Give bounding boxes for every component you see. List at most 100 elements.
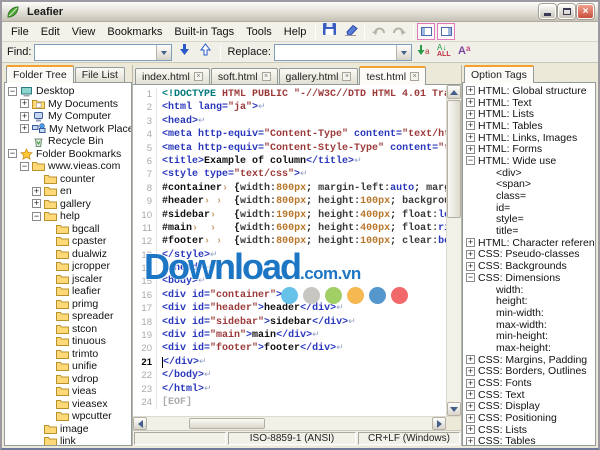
scroll-up-icon[interactable]	[447, 85, 461, 99]
tree-item-title[interactable]: title=	[463, 225, 595, 237]
tree-item-css-tables[interactable]: +CSS: Tables	[463, 436, 595, 446]
tree-item-www-vieas-com[interactable]: −www.vieas.com	[5, 160, 131, 173]
menu-view[interactable]: View	[66, 24, 102, 40]
code-line[interactable]: 22</body>↵	[133, 369, 446, 382]
expand-icon[interactable]: +	[466, 367, 475, 376]
tree-item-stcon[interactable]: stcon	[5, 323, 131, 336]
tree-item-max-height[interactable]: max-height:	[463, 342, 595, 354]
scroll-right-icon[interactable]	[432, 417, 446, 430]
tree-item-html-wide-use[interactable]: −HTML: Wide use	[463, 155, 595, 167]
minimize-icon[interactable]	[539, 4, 556, 19]
tree-item-tinuous[interactable]: tinuous	[5, 335, 131, 348]
eraser-button[interactable]	[340, 23, 361, 41]
expand-icon[interactable]: +	[32, 199, 41, 208]
tree-item-vieasex[interactable]: vieasex	[5, 398, 131, 411]
tab-file-list[interactable]: File List	[75, 67, 125, 82]
tree-item-css-backgrounds[interactable]: +CSS: Backgrounds	[463, 260, 595, 272]
tab-close-icon[interactable]: ×	[262, 72, 271, 81]
tree-item-html-global-structure[interactable]: +HTML: Global structure	[463, 85, 595, 97]
tab-folder-tree[interactable]: Folder Tree	[6, 65, 74, 83]
tree-item-my-documents[interactable]: +My Documents	[5, 98, 131, 111]
tree-item-gallery[interactable]: +gallery	[5, 198, 131, 211]
tree-item-html-tables[interactable]: +HTML: Tables	[463, 120, 595, 132]
collapse-icon[interactable]: −	[8, 149, 17, 158]
horizontal-scroll-thumb[interactable]	[189, 418, 265, 429]
collapse-icon[interactable]: −	[8, 87, 17, 96]
code-line[interactable]: 16<div id="container">↵	[133, 289, 446, 302]
tree-item-folder-bookmarks[interactable]: −Folder Bookmarks	[5, 148, 131, 161]
tree-item-image[interactable]: image	[5, 423, 131, 436]
tree-item-html-lists[interactable]: +HTML: Lists	[463, 108, 595, 120]
tree-item-id[interactable]: id=	[463, 202, 595, 214]
expand-icon[interactable]: +	[466, 414, 475, 423]
tree-item-link[interactable]: link	[5, 435, 131, 446]
replace-input[interactable]	[275, 45, 396, 60]
tree-item-cpaster[interactable]: cpaster	[5, 235, 131, 248]
menu-built-in-tags[interactable]: Built-in Tags	[168, 24, 240, 40]
code-line[interactable]: 14</head>↵	[133, 262, 446, 275]
expand-icon[interactable]: +	[466, 262, 475, 271]
expand-icon[interactable]: +	[466, 379, 475, 388]
tree-item-css-pseudo-classes[interactable]: +CSS: Pseudo-classes	[463, 249, 595, 261]
tree-item-css-text[interactable]: +CSS: Text	[463, 389, 595, 401]
match-case-button[interactable]: Aa	[457, 44, 475, 61]
tree-item-spreader[interactable]: spreader	[5, 310, 131, 323]
tree-item-span[interactable]: <span>	[463, 179, 595, 191]
code-line[interactable]: 3<head>↵	[133, 115, 446, 128]
tree-item-html-text[interactable]: +HTML: Text	[463, 97, 595, 109]
code-line[interactable]: 24[EOF]	[133, 396, 446, 409]
code-line[interactable]: 15<body>↵	[133, 275, 446, 288]
tree-item-counter[interactable]: counter	[5, 173, 131, 186]
tree-item-html-links-images[interactable]: +HTML: Links, Images	[463, 132, 595, 144]
folder-tree[interactable]: −Desktop+My Documents+My Computer+My Net…	[4, 83, 132, 446]
scroll-left-icon[interactable]	[133, 417, 147, 430]
expand-icon[interactable]: +	[466, 437, 475, 446]
expand-icon[interactable]: +	[466, 238, 475, 247]
collapse-icon[interactable]: −	[32, 212, 41, 221]
tree-item-css-dimensions[interactable]: −CSS: Dimensions	[463, 272, 595, 284]
replace-all-button[interactable]: A↓ALL	[436, 44, 454, 61]
find-next-button[interactable]	[175, 44, 193, 61]
undo-button[interactable]	[368, 23, 389, 41]
find-input[interactable]	[35, 45, 156, 60]
tree-item-css-margins-padding[interactable]: +CSS: Margins, Padding	[463, 354, 595, 366]
tab-test-html[interactable]: test.html×	[359, 66, 426, 85]
tab-close-icon[interactable]: ×	[410, 72, 419, 81]
maximize-icon[interactable]	[558, 4, 575, 19]
save-button[interactable]	[319, 23, 340, 41]
replace-dropdown-icon[interactable]	[396, 45, 411, 60]
expand-icon[interactable]: +	[466, 355, 475, 364]
find-dropdown-icon[interactable]	[156, 45, 171, 60]
tree-item-css-display[interactable]: +CSS: Display	[463, 401, 595, 413]
code-line[interactable]: 12#footer› › {width:800px; height:100px;…	[133, 235, 446, 248]
tree-item-bgcall[interactable]: bgcall	[5, 223, 131, 236]
code-line[interactable]: 17<div id="header">header</div>↵	[133, 302, 446, 315]
tree-item-jscaler[interactable]: jscaler	[5, 273, 131, 286]
tree-item-min-height[interactable]: min-height:	[463, 330, 595, 342]
tree-item-vdrop[interactable]: vdrop	[5, 373, 131, 386]
tab-gallery-html[interactable]: gallery.html×	[279, 68, 359, 84]
code-line[interactable]: 20<div id="footer">footer</div>↵	[133, 342, 446, 355]
tree-item-en[interactable]: +en	[5, 185, 131, 198]
code-line[interactable]: 23</html>↵	[133, 383, 446, 396]
code-line[interactable]: 9#header› › {width:800px; height:100px; …	[133, 195, 446, 208]
tab-close-icon[interactable]: ×	[194, 72, 203, 81]
vertical-scroll-thumb[interactable]	[447, 100, 461, 218]
tree-item-css-borders-outlines[interactable]: +CSS: Borders, Outlines	[463, 366, 595, 378]
menu-file[interactable]: File	[5, 24, 35, 40]
horizontal-scrollbar[interactable]	[133, 416, 461, 430]
code-line[interactable]: 1<!DOCTYPE HTML PUBLIC "-//W3C//DTD HTML…	[133, 88, 446, 101]
expand-icon[interactable]: +	[466, 121, 475, 130]
code-editor[interactable]: 1<!DOCTYPE HTML PUBLIC "-//W3C//DTD HTML…	[133, 85, 446, 416]
expand-icon[interactable]: +	[20, 124, 29, 133]
option-tags-tree[interactable]: +HTML: Global structure+HTML: Text+HTML:…	[462, 83, 596, 446]
collapse-icon[interactable]: −	[466, 156, 475, 165]
tree-item-max-width[interactable]: max-width:	[463, 319, 595, 331]
code-line[interactable]: 6<title>Example of column</title>↵	[133, 155, 446, 168]
layout-left-toggle[interactable]	[417, 23, 435, 40]
expand-icon[interactable]: +	[466, 402, 475, 411]
tree-item-html-forms[interactable]: +HTML: Forms	[463, 143, 595, 155]
tree-item-class[interactable]: class=	[463, 190, 595, 202]
vertical-scrollbar[interactable]	[446, 85, 461, 416]
tree-item-my-computer[interactable]: +My Computer	[5, 110, 131, 123]
